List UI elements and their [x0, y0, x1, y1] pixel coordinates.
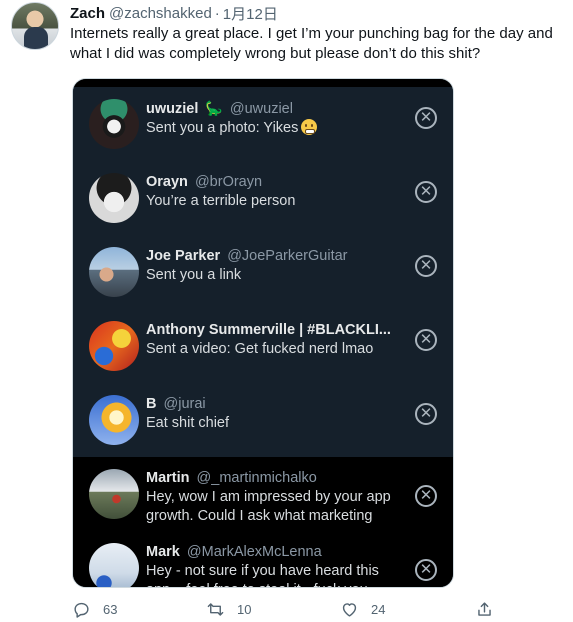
screenshot-top-bar: [73, 79, 453, 87]
dm-message: Hey - not sure if you have heard this ap…: [146, 563, 379, 587]
dm-handle: @jurai: [163, 396, 206, 412]
flame-avatar-icon: [89, 395, 139, 445]
dinosaur-icon: 🦕: [205, 100, 223, 116]
dm-message: Sent a video: Get fucked nerd lmao: [146, 341, 374, 357]
close-icon[interactable]: ✕: [415, 255, 437, 277]
close-icon[interactable]: ✕: [415, 403, 437, 425]
sign-avatar-icon: [89, 543, 139, 587]
dm-row: Joe Parker @JoeParkerGuitar Sent you a l…: [73, 235, 453, 309]
share-button[interactable]: [475, 600, 506, 619]
dm-row: Orayn @brOrayn You’re a terrible person …: [73, 161, 453, 235]
dm-text: Anthony Summerville | #BLACKLI... Sent a…: [146, 321, 401, 359]
dm-header: Mark @MarkAlexMcLenna: [146, 543, 401, 562]
dm-name: Mark: [146, 544, 180, 560]
reply-icon: [74, 602, 89, 618]
dm-message: Sent you a photo: Yikes: [146, 119, 401, 138]
author-handle[interactable]: @zachshakked: [109, 5, 212, 22]
like-button[interactable]: 24: [340, 600, 385, 619]
dm-text: B @jurai Eat shit chief: [146, 395, 401, 433]
dm-name: uwuziel: [146, 101, 199, 117]
heart-icon: [342, 603, 357, 617]
tweet[interactable]: Zach @zachshakked · 1月12日 Internets real…: [0, 0, 573, 622]
close-icon[interactable]: ✕: [415, 181, 437, 203]
dm-message: Eat shit chief: [146, 415, 230, 431]
dm-message-text: Sent you a photo: Yikes: [146, 120, 299, 136]
cartoon-avatar-icon: [89, 173, 139, 223]
dm-text: Mark @MarkAlexMcLenna Hey - not sure if …: [146, 543, 401, 587]
dm-message: Sent you a link: [146, 267, 242, 283]
dm-header: Orayn @brOrayn: [146, 173, 401, 192]
landscape-avatar-icon: [89, 469, 139, 519]
grimacing-face-icon: [301, 119, 318, 135]
dm-handle: @MarkAlexMcLenna: [186, 544, 322, 560]
close-icon[interactable]: ✕: [415, 485, 437, 507]
tweet-actions: 63 10 24: [72, 600, 502, 620]
dm-text: uwuziel 🦕 @uwuziel Sent you a photo: Yik…: [146, 99, 401, 138]
dm-row: Anthony Summerville | #BLACKLI... Sent a…: [73, 309, 453, 383]
dm-name: Orayn: [146, 174, 188, 190]
dm-handle: @JoeParkerGuitar: [227, 248, 348, 264]
dm-text: Martin @_martinmichalko Hey, wow I am im…: [146, 469, 401, 526]
dm-name: Martin: [146, 470, 190, 486]
dm-name: B: [146, 396, 157, 412]
like-count: 24: [371, 602, 386, 617]
dm-handle: @uwuziel: [229, 101, 293, 117]
dm-text: Orayn @brOrayn You’re a terrible person: [146, 173, 401, 211]
retweet-icon: [207, 603, 224, 616]
author-name[interactable]: Zach: [70, 5, 105, 22]
dm-header: Anthony Summerville | #BLACKLI...: [146, 321, 401, 340]
dm-name: Anthony Summerville | #BLACKLI...: [146, 322, 391, 338]
dm-header: Martin @_martinmichalko: [146, 469, 401, 488]
dm-message: You’re a terrible person: [146, 193, 296, 209]
dm-row: uwuziel 🦕 @uwuziel Sent you a photo: Yik…: [73, 87, 453, 161]
dm-row: B @jurai Eat shit chief ✕: [73, 383, 453, 457]
retweet-button[interactable]: 10: [206, 600, 251, 619]
reply-button[interactable]: 63: [72, 600, 117, 619]
attached-screenshot[interactable]: uwuziel 🦕 @uwuziel Sent you a photo: Yik…: [72, 78, 454, 588]
skull-avatar-icon: [89, 99, 139, 149]
dm-row: Mark @MarkAlexMcLenna Hey - not sure if …: [73, 531, 453, 587]
close-icon[interactable]: ✕: [415, 107, 437, 129]
close-icon[interactable]: ✕: [415, 559, 437, 581]
author-avatar[interactable]: [11, 2, 59, 50]
dm-handle: @_martinmichalko: [196, 470, 317, 486]
photo-avatar-icon: [89, 247, 139, 297]
dm-header: B @jurai: [146, 395, 401, 414]
dm-text: Joe Parker @JoeParkerGuitar Sent you a l…: [146, 247, 401, 285]
separator: ·: [214, 4, 220, 22]
dm-header: Joe Parker @JoeParkerGuitar: [146, 247, 401, 266]
reply-count: 63: [103, 602, 118, 617]
colorful-avatar-icon: [89, 321, 139, 371]
share-icon: [478, 602, 491, 616]
dm-name: Joe Parker: [146, 248, 221, 264]
dm-row: Martin @_martinmichalko Hey, wow I am im…: [73, 457, 453, 531]
tweet-text: Internets really a great place. I get I’…: [70, 25, 553, 62]
close-icon[interactable]: ✕: [415, 329, 437, 351]
tweet-header: Zach @zachshakked · 1月12日: [70, 3, 278, 23]
dm-header: uwuziel 🦕 @uwuziel: [146, 99, 401, 119]
retweet-count: 10: [237, 602, 252, 617]
tweet-date[interactable]: 1月12日: [223, 3, 278, 24]
dm-message: Hey, wow I am impressed by your app grow…: [146, 489, 391, 524]
dm-handle: @brOrayn: [194, 174, 263, 190]
